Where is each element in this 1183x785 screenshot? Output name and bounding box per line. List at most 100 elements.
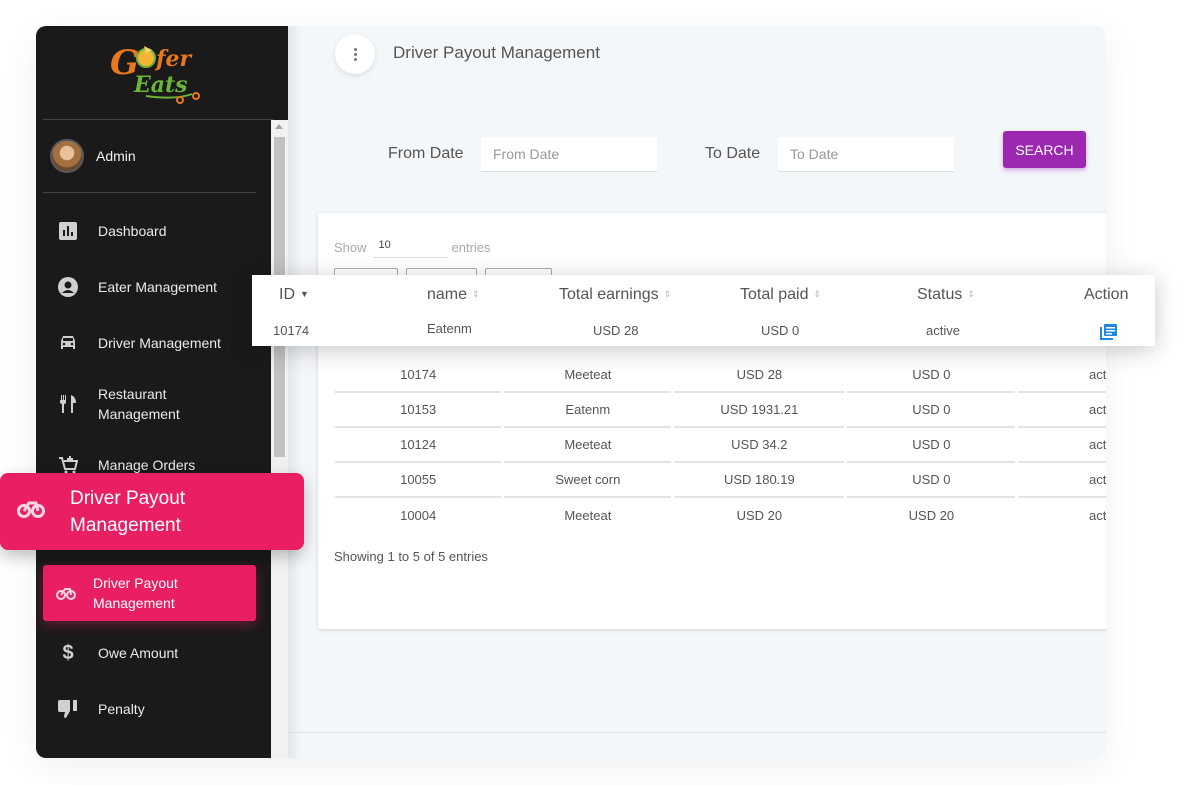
table-row[interactable]: 10004MeeteatUSD 20USD 20active — [335, 497, 1106, 532]
sidebar-item-owe-amount[interactable]: $ Owe Amount — [36, 641, 272, 665]
restaurant-icon — [56, 392, 80, 416]
sidebar-item-label: Penalty — [98, 701, 145, 717]
svg-text:fer: fer — [154, 46, 192, 72]
table-row[interactable]: 10124MeeteatUSD 34.2USD 0active — [335, 427, 1106, 463]
column-label: Total earnings — [559, 286, 659, 303]
to-date-label: To Date — [705, 145, 761, 162]
column-label: name — [427, 286, 468, 303]
cell-id: 10153 — [335, 392, 503, 428]
driver-payout-highlight[interactable]: Driver Payout Management — [0, 473, 304, 550]
cell-status: active — [1015, 462, 1106, 498]
column-header-total-earnings[interactable]: Total earnings ⇕ — [559, 286, 671, 304]
cell-total-earnings: USD 28 — [671, 357, 846, 393]
sort-icon: ⇕ — [967, 289, 975, 299]
cell-id: 10174 — [273, 323, 310, 338]
payout-table: 10174MeeteatUSD 28USD 0active10153Eatenm… — [335, 357, 1106, 532]
car-icon — [56, 331, 80, 355]
cell-status: active — [1015, 497, 1106, 532]
page-title: Driver Payout Management — [393, 43, 600, 62]
table-header-popup: ID ▼ name ⇕ Total earnings ⇕ Total paid ⇕ St… — [252, 275, 1155, 346]
cell-status: active — [1015, 427, 1106, 463]
from-date-input[interactable] — [481, 137, 657, 172]
cell-total-paid: USD 0 — [844, 392, 1017, 428]
sidebar-item-label: Dashboard — [98, 223, 167, 239]
cell-total-earnings: USD 180.19 — [671, 462, 846, 498]
cell-total-paid: USD 0 — [844, 357, 1017, 393]
column-header-id[interactable]: ID ▼ — [279, 286, 309, 304]
divider — [43, 119, 273, 120]
highlight-label-line1: Driver Payout — [70, 487, 186, 509]
cell-total-earnings: USD 1931.21 — [671, 392, 846, 428]
more-vert-icon — [353, 47, 357, 61]
table-row[interactable]: 10174MeeteatUSD 28USD 0active — [335, 357, 1106, 393]
gofer-eats-logo[interactable]: G fer Eats — [106, 36, 216, 106]
sidebar-item-driver-management[interactable]: Driver Management — [36, 331, 272, 355]
cell-total-paid: USD 0 — [844, 427, 1017, 463]
cell-id: 10124 — [335, 427, 503, 463]
highlight-label-line2: Management — [70, 514, 181, 536]
table-info: Showing 1 to 5 of 5 entries — [334, 549, 488, 564]
cell-name: Eatenm — [501, 392, 673, 428]
dollar-icon: $ — [62, 641, 74, 664]
sidebar-item-label: Driver Payout Management — [93, 575, 178, 611]
column-label: Total paid — [740, 286, 809, 303]
page-length-control: Show 10 entries — [334, 236, 491, 258]
more-menu-button[interactable] — [335, 34, 375, 74]
page-size-select[interactable]: 10 — [372, 236, 448, 258]
cell-name: Meeteat — [501, 497, 673, 532]
cell-total-earnings: USD 28 — [593, 323, 639, 338]
cell-name: Meeteat — [501, 427, 673, 463]
column-header-total-paid[interactable]: Total paid ⇕ — [740, 286, 821, 304]
user-name: Admin — [96, 148, 136, 164]
cell-total-paid: USD 0 — [844, 462, 1017, 498]
cell-total-earnings: USD 34.2 — [671, 427, 846, 463]
cell-status: active — [1015, 392, 1106, 428]
account-circle-icon — [56, 275, 80, 299]
cell-id: 10004 — [400, 507, 437, 523]
cell-name: Sweet corn — [501, 462, 673, 498]
sidebar-item-label: Manage Orders — [98, 457, 196, 473]
svg-text:Eats: Eats — [133, 72, 188, 98]
table-row[interactable]: 10153EatenmUSD 1931.21USD 0active — [335, 392, 1106, 428]
to-date-input[interactable] — [778, 137, 954, 172]
cell-id: 10174 — [335, 357, 503, 393]
sort-icon: ⇕ — [472, 289, 480, 299]
sidebar-item-label: Restaurant Management — [98, 386, 180, 422]
bar-chart-icon — [56, 219, 80, 243]
divider — [43, 192, 256, 193]
cell-status: active — [1015, 357, 1106, 393]
view-list-icon[interactable] — [1100, 324, 1117, 343]
cell-total-paid: USD 20 — [844, 497, 1017, 532]
column-label: Status — [917, 286, 963, 303]
motorcycle-icon — [17, 500, 45, 523]
cell-name: Meeteat — [501, 357, 673, 393]
app-window: G fer Eats Admin Dashboard Eater Managem… — [36, 26, 1106, 758]
cell-total-earnings: USD 20 — [671, 497, 846, 532]
sidebar-shadow — [288, 26, 302, 758]
sidebar-item-dashboard[interactable]: Dashboard — [36, 219, 272, 243]
entries-label: entries — [451, 239, 491, 255]
avatar[interactable] — [50, 139, 84, 173]
cell-total-paid: USD 0 — [761, 323, 800, 338]
sort-icon: ⇕ — [813, 289, 822, 299]
table-row[interactable]: 10055Sweet cornUSD 180.19USD 0active — [335, 462, 1106, 498]
sort-icon: ⇕ — [663, 289, 672, 299]
sidebar-item-driver-payout-management[interactable]: Driver Payout Management — [43, 565, 256, 621]
column-header-name[interactable]: name ⇕ — [427, 286, 480, 304]
sidebar-item-label: Eater Management — [98, 279, 218, 295]
sidebar-item-penalty[interactable]: Penalty — [36, 697, 272, 721]
column-header-action: Action — [1084, 286, 1129, 303]
cell-id: 10055 — [335, 462, 503, 498]
main-content: Driver Payout Management From Date To Da… — [288, 26, 1106, 758]
sidebar-item-restaurant-management[interactable]: Restaurant Management — [36, 384, 272, 424]
user-profile[interactable]: Admin — [50, 139, 136, 173]
from-date-label: From Date — [388, 145, 464, 162]
show-label: Show — [334, 239, 367, 255]
sidebar-item-eater-management[interactable]: Eater Management — [36, 275, 272, 299]
sort-desc-icon: ▼ — [300, 289, 309, 299]
search-button[interactable]: SEARCH — [1003, 131, 1086, 168]
cell-status: active — [926, 323, 960, 338]
scroll-up-arrow-icon[interactable] — [275, 124, 283, 129]
sidebar-scrollbar[interactable] — [271, 120, 288, 758]
column-header-status[interactable]: Status ⇕ — [917, 286, 975, 304]
